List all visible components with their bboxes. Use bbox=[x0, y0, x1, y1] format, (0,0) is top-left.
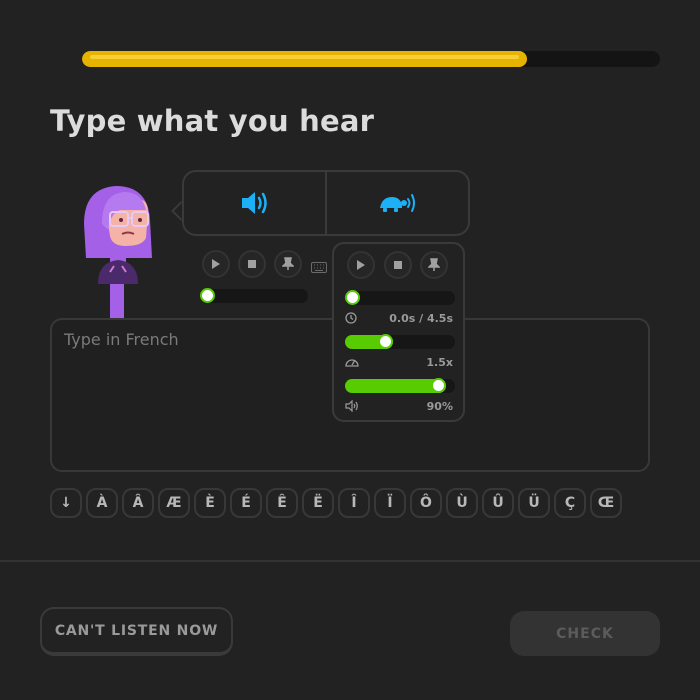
play-audio-button[interactable] bbox=[184, 172, 325, 234]
speed-readout: 1.5x bbox=[426, 355, 453, 369]
stop-icon bbox=[394, 261, 402, 269]
popup-pin-button[interactable] bbox=[420, 251, 448, 279]
time-slider[interactable] bbox=[345, 290, 455, 305]
special-char-key[interactable]: Û bbox=[482, 488, 514, 518]
stop-icon bbox=[248, 260, 256, 268]
volume-readout: 90% bbox=[426, 399, 453, 413]
special-char-key[interactable]: Ï bbox=[374, 488, 406, 518]
special-char-key[interactable]: É bbox=[230, 488, 262, 518]
special-char-key[interactable]: Ç bbox=[554, 488, 586, 518]
pin-icon bbox=[428, 258, 440, 271]
pin-button[interactable] bbox=[274, 250, 302, 278]
special-char-key[interactable]: Ü bbox=[518, 488, 550, 518]
play-button[interactable] bbox=[202, 250, 230, 278]
speedometer-icon bbox=[345, 359, 359, 367]
special-char-key[interactable]: Œ bbox=[590, 488, 622, 518]
volume-slider[interactable] bbox=[345, 378, 455, 393]
speed-slider-knob[interactable] bbox=[378, 334, 393, 349]
special-char-key[interactable]: À bbox=[86, 488, 118, 518]
keyboard-icon[interactable] bbox=[311, 258, 327, 277]
play-slow-audio-button[interactable] bbox=[327, 172, 468, 234]
audio-settings-popup: 0.0s / 4.5s 1.5x 90% bbox=[332, 242, 465, 422]
time-readout: 0.0s / 4.5s bbox=[389, 311, 453, 325]
special-char-key[interactable]: Æ bbox=[158, 488, 190, 518]
popup-play-button[interactable] bbox=[347, 251, 375, 279]
speaker-icon bbox=[241, 192, 267, 214]
footer-divider bbox=[0, 560, 700, 562]
cant-listen-now-button[interactable]: CAN'T LISTEN NOW bbox=[40, 607, 233, 656]
clock-icon bbox=[345, 312, 357, 324]
special-char-key[interactable]: Â bbox=[122, 488, 154, 518]
character-avatar bbox=[80, 184, 160, 320]
volume-slider-knob[interactable] bbox=[431, 378, 446, 393]
special-characters-bar: ↓ ÀÂÆÈÉÊËÎÏÔÙÛÜÇŒ bbox=[50, 488, 622, 518]
playback-position-track[interactable] bbox=[200, 288, 308, 303]
volume-icon bbox=[345, 400, 358, 412]
lesson-progress-bar bbox=[82, 51, 660, 67]
speed-slider[interactable] bbox=[345, 334, 455, 349]
special-char-key[interactable]: Ë bbox=[302, 488, 334, 518]
playback-position-knob[interactable] bbox=[200, 288, 215, 303]
special-char-key[interactable]: Î bbox=[338, 488, 370, 518]
special-char-key[interactable]: Ê bbox=[266, 488, 298, 518]
check-button[interactable]: CHECK bbox=[510, 611, 660, 656]
lesson-progress-shine bbox=[90, 55, 519, 59]
pin-icon bbox=[282, 257, 294, 270]
time-slider-knob[interactable] bbox=[345, 290, 360, 305]
popup-stop-button[interactable] bbox=[384, 251, 412, 279]
turtle-speaker-icon bbox=[379, 194, 415, 212]
special-char-key[interactable]: È bbox=[194, 488, 226, 518]
challenge-title: Type what you hear bbox=[50, 104, 375, 138]
keyboard-toggle-button[interactable]: ↓ bbox=[50, 488, 82, 518]
lesson-progress-fill bbox=[82, 51, 527, 67]
play-icon bbox=[212, 259, 220, 269]
special-char-key[interactable]: Ô bbox=[410, 488, 442, 518]
stop-button[interactable] bbox=[238, 250, 266, 278]
audio-bubble bbox=[182, 170, 470, 236]
special-char-key[interactable]: Ù bbox=[446, 488, 478, 518]
play-icon bbox=[357, 260, 365, 270]
